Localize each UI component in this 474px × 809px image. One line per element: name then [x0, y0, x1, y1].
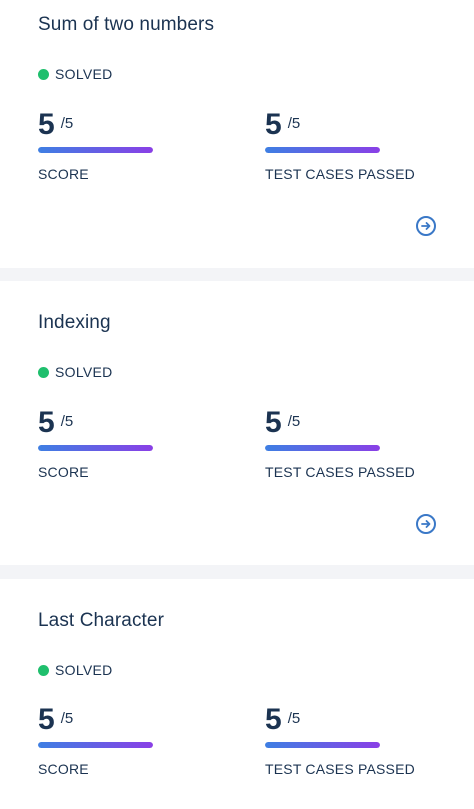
- arrow-right-circle-icon: [421, 520, 431, 528]
- score-progress-bar: [38, 445, 153, 451]
- test-cases-total: /5: [287, 115, 301, 132]
- test-cases-total: /5: [287, 710, 301, 727]
- test-cases-progress-fill: [265, 147, 380, 153]
- problem-title: Sum of two numbers: [38, 14, 215, 35]
- test-cases-progress-bar: [265, 445, 380, 451]
- score-value: 5: [38, 406, 55, 439]
- test-cases-value: 5: [265, 108, 282, 141]
- status-label: SOLVED: [55, 66, 113, 82]
- status-dot-icon: [38, 664, 49, 676]
- test-cases-label: TEST CASES PASSED: [265, 761, 415, 777]
- test-cases-label: TEST CASES PASSED: [265, 166, 415, 182]
- score-progress-bar: [38, 742, 153, 748]
- test-cases-progress-fill: [265, 445, 380, 451]
- test-cases-metric: 5 /5 TEST CASES PASSED: [265, 704, 465, 777]
- test-cases-value: 5: [265, 406, 282, 439]
- submission-card: Indexing SOLVED 5 /5 SCORE 5 /5 TEST CAS…: [0, 281, 474, 565]
- score-label: SCORE: [38, 166, 89, 182]
- open-submission-button[interactable]: [416, 216, 436, 236]
- test-cases-total: /5: [287, 413, 301, 430]
- score-label: SCORE: [38, 464, 89, 480]
- score-label: SCORE: [38, 761, 89, 777]
- score-progress-fill: [38, 147, 153, 153]
- submission-card: Sum of two numbers SOLVED 5 /5 SCORE 5 /…: [0, 0, 474, 268]
- status-label: SOLVED: [55, 364, 113, 380]
- score-total: /5: [60, 413, 74, 430]
- score-total: /5: [60, 115, 74, 132]
- status-badge: SOLVED: [38, 364, 113, 380]
- score-progress-fill: [38, 742, 153, 748]
- score-metric: 5 /5 SCORE: [38, 109, 238, 182]
- status-dot-icon: [38, 68, 49, 80]
- score-value: 5: [38, 703, 55, 736]
- arrow-right-circle-icon: [421, 222, 431, 230]
- test-cases-metric: 5 /5 TEST CASES PASSED: [265, 109, 465, 182]
- score-total: /5: [60, 710, 74, 727]
- score-metric: 5 /5 SCORE: [38, 407, 238, 480]
- test-cases-progress-fill: [265, 742, 380, 748]
- problem-title: Last Character: [38, 610, 165, 631]
- open-submission-button[interactable]: [416, 514, 436, 534]
- test-cases-label: TEST CASES PASSED: [265, 464, 415, 480]
- submission-card: Last Character SOLVED 5 /5 SCORE 5 /5 TE…: [0, 579, 474, 809]
- status-badge: SOLVED: [38, 66, 113, 82]
- status-dot-icon: [38, 366, 49, 378]
- test-cases-progress-bar: [265, 742, 380, 748]
- status-badge: SOLVED: [38, 662, 113, 678]
- test-cases-progress-bar: [265, 147, 380, 153]
- test-cases-value: 5: [265, 703, 282, 736]
- status-label: SOLVED: [55, 662, 113, 678]
- score-progress-fill: [38, 445, 153, 451]
- test-cases-metric: 5 /5 TEST CASES PASSED: [265, 407, 465, 480]
- score-value: 5: [38, 108, 55, 141]
- score-progress-bar: [38, 147, 153, 153]
- problem-title: Indexing: [38, 312, 111, 333]
- score-metric: 5 /5 SCORE: [38, 704, 238, 777]
